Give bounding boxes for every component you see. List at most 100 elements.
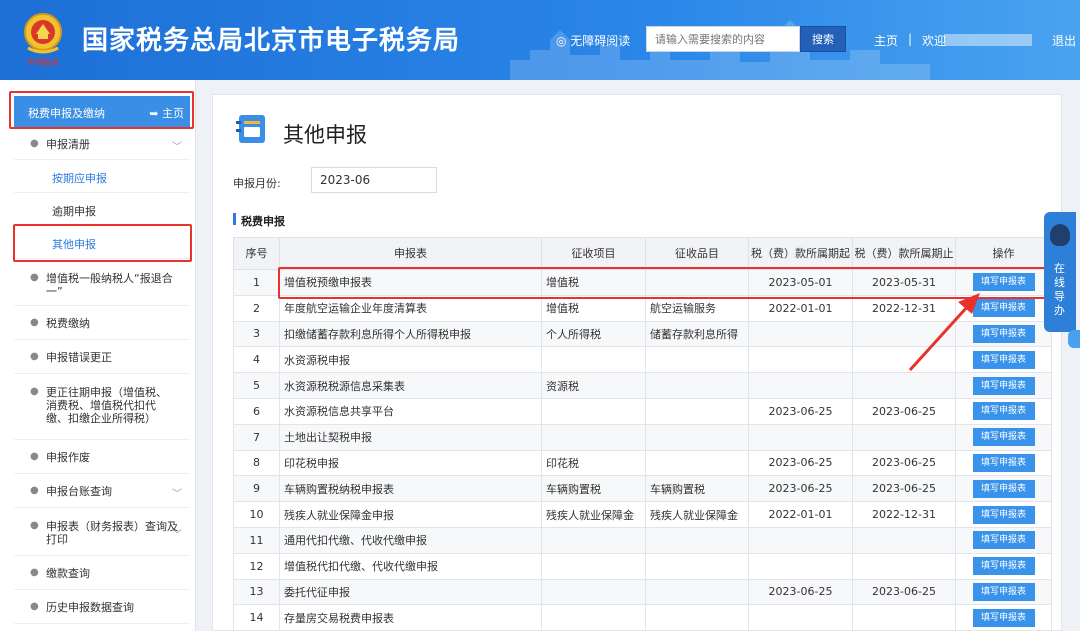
row-category-cell: 残疾人就业保障金 — [645, 501, 749, 528]
fill-form-button[interactable]: 填写申报表 — [972, 453, 1035, 472]
row-action-cell: 填写申报表 — [955, 294, 1052, 322]
row-category-cell — [645, 449, 749, 477]
row-category-cell — [645, 578, 749, 606]
row-no-cell: 7 — [233, 423, 280, 451]
row-start-cell — [748, 552, 853, 580]
row-start-cell: 2022-01-01 — [748, 294, 853, 322]
sidebar-item-payment-query[interactable]: ● 缴款查询 — [14, 556, 190, 590]
sidebar-item-history-query[interactable]: ● 历史申报数据查询 — [14, 590, 190, 624]
row-item-cell: 资源税 — [541, 372, 646, 399]
logout-link[interactable]: 退出 — [1052, 32, 1076, 49]
row-end-cell — [852, 526, 956, 554]
fill-form-button[interactable]: 填写申报表 — [972, 428, 1035, 447]
nav-home-link[interactable]: 主页 — [874, 32, 898, 49]
sidebar-item-ledger-query[interactable]: ● 申报台账查询 ﹀ — [14, 474, 190, 508]
row-start-cell — [748, 320, 853, 348]
fill-form-button[interactable]: 填写申报表 — [972, 582, 1035, 601]
row-start-cell — [748, 423, 853, 451]
eye-icon: ◎ — [556, 34, 571, 48]
row-end-cell — [852, 320, 956, 348]
welcome-text: 欢迎 — [922, 34, 947, 48]
row-item-cell — [541, 578, 646, 606]
row-start-cell — [748, 604, 853, 631]
fill-form-button[interactable]: 填写申报表 — [972, 376, 1035, 395]
fill-form-button[interactable]: 填写申报表 — [972, 608, 1035, 627]
row-form-cell: 水资源税申报 — [279, 346, 542, 374]
sidebar-item-past-correction[interactable]: ● 更正往期申报（增值税、消费税、增值税代扣代缴、扣缴企业所得税） — [14, 374, 190, 440]
row-start-cell: 2023-06-25 — [748, 475, 853, 503]
row-action-cell: 填写申报表 — [955, 397, 1052, 425]
row-start-cell — [748, 346, 853, 374]
tax-emblem-icon: 中国税务 — [24, 13, 62, 67]
section-accent-bar — [233, 213, 236, 225]
row-category-cell — [645, 604, 749, 631]
row-start-cell: 2023-06-25 — [748, 397, 853, 425]
search-input[interactable] — [646, 26, 800, 52]
row-category-cell — [645, 397, 749, 425]
column-header-category: 征收品目 — [645, 237, 749, 270]
bullet: ● — [30, 520, 39, 531]
sidebar-sub-overdue[interactable]: 逾期申报 — [14, 193, 190, 226]
search-button[interactable]: 搜索 — [800, 26, 846, 52]
row-end-cell: 2023-06-25 — [852, 578, 956, 606]
row-category-cell — [645, 552, 749, 580]
sidebar-item-error-correction[interactable]: ● 申报错误更正 — [14, 340, 190, 374]
bullet: ● — [30, 567, 39, 578]
edge-expand-tab[interactable] — [1068, 330, 1080, 348]
row-category-cell — [645, 526, 749, 554]
row-end-cell — [852, 604, 956, 631]
fill-form-button[interactable]: 填写申报表 — [972, 479, 1035, 498]
bullet: ● — [30, 451, 39, 462]
sidebar-sub-periodic[interactable]: 按期应申报 — [14, 160, 190, 193]
row-end-cell: 2022-12-31 — [852, 501, 956, 528]
row-form-cell: 残疾人就业保障金申报 — [279, 501, 542, 528]
row-no-cell: 14 — [233, 604, 280, 631]
chevron-down-icon: ﹀ — [172, 530, 182, 541]
row-no-cell: 8 — [233, 449, 280, 477]
online-help-widget[interactable]: 在线导办 — [1044, 212, 1076, 332]
column-header-form: 申报表 — [279, 237, 542, 270]
sidebar-item-label: 逾期申报 — [52, 205, 96, 218]
user-name-masked — [944, 34, 1032, 46]
row-category-cell: 储蓄存款利息所得 — [645, 320, 749, 348]
fill-form-button[interactable]: 填写申报表 — [972, 350, 1035, 369]
row-no-cell: 11 — [233, 526, 280, 554]
sidebar-item-report-print[interactable]: ● 申报表（财务报表）查询及打印 ﹀ — [14, 508, 190, 556]
table-row: 11 通用代扣代缴、代收代缴申报 填写申报表 — [233, 526, 1052, 554]
row-form-cell: 车辆购置税纳税申报表 — [279, 475, 542, 503]
row-action-cell: 填写申报表 — [955, 475, 1052, 503]
sidebar-item-label: 按期应申报 — [52, 172, 107, 185]
fill-form-button[interactable]: 填写申报表 — [972, 505, 1035, 524]
sidebar-item-vat-refund[interactable]: ● 增值税一般纳税人“报退合一” — [14, 262, 190, 306]
row-action-cell: 填写申报表 — [955, 526, 1052, 554]
sidebar-item-void[interactable]: ● 申报作废 — [14, 440, 190, 474]
accessibility-label: 无障碍阅读 — [570, 34, 631, 48]
fill-form-button[interactable]: 填写申报表 — [972, 557, 1035, 576]
row-category-cell: 航空运输服务 — [645, 294, 749, 322]
sidebar-item-label: 历史申报数据查询 — [46, 601, 134, 614]
fill-form-button[interactable]: 填写申报表 — [972, 324, 1035, 343]
accessibility-link[interactable]: ◎ 无障碍阅读 — [556, 32, 630, 49]
table-body: 1 增值税预缴申报表 增值税 2023-05-01 2023-05-31 填写申报表 2 年度… — [233, 269, 1052, 631]
bullet: ● — [30, 351, 39, 362]
row-end-cell — [852, 372, 956, 399]
month-label: 申报月份: — [233, 177, 281, 190]
sidebar-item-declaration-list[interactable]: ● 申报清册 ﹀ — [14, 128, 190, 160]
main-panel: 其他申报 申报月份: 2023-06 税费申报 序号 申报表 征收项目 征收品目… — [212, 94, 1062, 631]
row-form-cell: 增值税代扣代缴、代收代缴申报 — [279, 552, 542, 580]
notebook-icon — [236, 115, 265, 143]
row-no-cell: 12 — [233, 552, 280, 580]
row-action-cell: 填写申报表 — [955, 552, 1052, 580]
sidebar-item-tax-payment[interactable]: ● 税费缴纳 — [14, 306, 190, 340]
row-form-cell: 水资源税税源信息采集表 — [279, 372, 542, 399]
row-start-cell — [748, 372, 853, 399]
row-item-cell — [541, 552, 646, 580]
fill-form-button[interactable]: 填写申报表 — [972, 299, 1035, 318]
fill-form-button[interactable]: 填写申报表 — [972, 402, 1035, 421]
table-row: 6 水资源税信息共享平台 2023-06-25 2023-06-25 填写申报表 — [233, 397, 1052, 425]
table-row: 3 扣缴储蓄存款利息所得个人所得税申报 个人所得税 储蓄存款利息所得 填写申报表 — [233, 320, 1052, 348]
highlight-box-other-declaration — [13, 224, 192, 262]
row-form-cell: 委托代征申报 — [279, 578, 542, 606]
month-field[interactable]: 2023-06 — [311, 167, 437, 193]
fill-form-button[interactable]: 填写申报表 — [972, 531, 1035, 550]
